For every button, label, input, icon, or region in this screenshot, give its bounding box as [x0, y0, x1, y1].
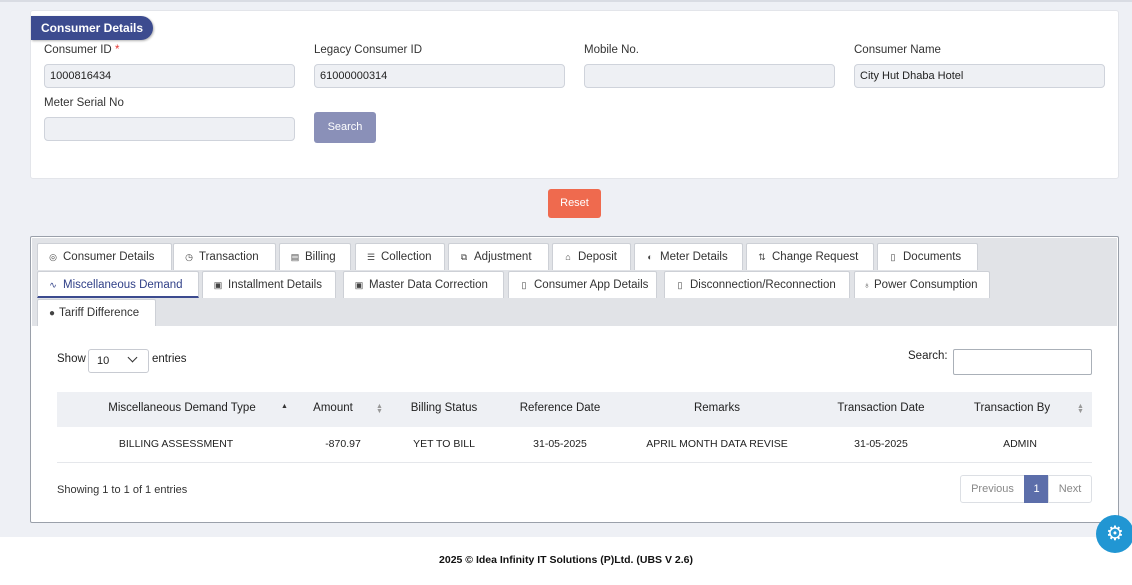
calendar-icon: ▣ — [213, 280, 223, 290]
consumer-name-input[interactable]: City Hut Dhaba Hotel — [854, 64, 1105, 88]
receipt-icon: ▤ — [290, 252, 300, 262]
circle-icon: ● — [48, 308, 56, 319]
details-tabs-panel: ◎ Consumer Details ◷ Transaction ▤ Billing … — [30, 236, 1119, 523]
sort-icon[interactable]: ▲ ▼ — [1077, 403, 1084, 415]
next-page-button[interactable]: Next — [1048, 475, 1092, 503]
consumer-id-input[interactable]: 1000816434 — [44, 64, 295, 88]
tab-installment-details[interactable]: ▣ Installment Details — [202, 271, 336, 298]
table-search-label: Search: — [908, 350, 948, 362]
tab-meter-details[interactable]: ◐ Meter Details — [634, 243, 743, 270]
required-mark: * — [114, 44, 120, 56]
cell-remarks: APRIL MONTH DATA REVISE — [646, 438, 788, 450]
cell-amount: -870.97 — [325, 438, 361, 450]
cell-billing-status: YET TO BILL — [413, 438, 475, 450]
cell-transaction-date: 31-05-2025 — [854, 438, 908, 450]
mobile-field: Mobile No. — [584, 44, 835, 88]
col-remarks[interactable]: Remarks — [627, 392, 807, 427]
table-search-input[interactable] — [953, 349, 1092, 375]
col-reference-date[interactable]: Reference Date — [500, 392, 620, 427]
adjust-icon: ⧉ — [460, 252, 468, 262]
footer-copyright: 2025 © Idea Infinity IT Solutions (P)Ltd… — [0, 537, 1132, 585]
table-header: Miscellaneous Demand Type ▲ Amount ▲ ▼ Bi… — [57, 392, 1092, 427]
tab-consumer-app-details[interactable]: ▯ Consumer App Details — [508, 271, 657, 298]
gauge-icon: ◐ — [647, 252, 653, 262]
chevron-down-icon — [127, 352, 138, 363]
cell-transaction-by: ADMIN — [1003, 438, 1037, 450]
col-billing-status[interactable]: Billing Status — [394, 392, 494, 427]
meter-serial-input[interactable] — [44, 117, 295, 141]
col-amount[interactable]: Amount — [293, 392, 373, 427]
mobile-icon: ▯ — [521, 280, 527, 290]
top-divider — [0, 0, 1132, 2]
consumer-id-field: Consumer ID * 1000816434 — [44, 44, 295, 88]
mobile-label: Mobile No. — [584, 44, 639, 56]
consumer-details-panel: Consumer Details Consumer ID * 100081643… — [30, 10, 1119, 179]
bulb-icon: ♁ — [863, 280, 871, 290]
tab-power-consumption[interactable]: ♁ Power Consumption — [854, 271, 990, 298]
pulse-icon: ∿ — [49, 280, 57, 290]
tab-consumer-details[interactable]: ◎ Consumer Details — [37, 243, 172, 270]
tab-transaction[interactable]: ◷ Transaction — [173, 243, 276, 270]
gear-icon[interactable]: ⚙ — [1096, 515, 1132, 553]
consumer-id-label: Consumer ID * — [44, 44, 120, 56]
target-icon: ◎ — [49, 252, 57, 262]
meter-serial-field: Meter Serial No — [44, 97, 295, 141]
swap-icon: ⇅ — [758, 252, 766, 262]
tab-adjustment[interactable]: ⧉ Adjustment — [448, 243, 549, 270]
search-button[interactable]: Search — [314, 112, 376, 143]
mobile-input[interactable] — [584, 64, 835, 88]
previous-page-button[interactable]: Previous — [960, 475, 1025, 503]
entries-label: entries — [152, 353, 187, 365]
entries-select[interactable]: 10 — [88, 349, 149, 373]
tab-billing[interactable]: ▤ Billing — [279, 243, 351, 270]
tab-master-data-correction[interactable]: ▣ Master Data Correction — [343, 271, 504, 298]
entries-value: 10 — [97, 355, 110, 367]
consumer-name-field: Consumer Name City Hut Dhaba Hotel — [854, 44, 1105, 88]
cell-demand-type: BILLING ASSESSMENT — [118, 438, 234, 450]
tab-tariff-difference[interactable]: ● Tariff Difference — [37, 299, 156, 326]
show-label: Show — [57, 353, 86, 365]
list-icon: ☰ — [366, 252, 376, 262]
tab-deposit[interactable]: ⌂ Deposit — [552, 243, 631, 270]
meter-serial-label: Meter Serial No — [44, 97, 124, 109]
col-transaction-date[interactable]: Transaction Date — [821, 392, 941, 427]
document-icon: ▯ — [890, 252, 896, 262]
legacy-id-input[interactable]: 61000000314 — [314, 64, 565, 88]
table-info: Showing 1 to 1 of 1 entries — [57, 484, 188, 496]
tab-disconnection-reconnection[interactable]: ▯ Disconnection/Reconnection — [664, 271, 850, 298]
tab-change-request[interactable]: ⇅ Change Request — [746, 243, 874, 270]
legacy-id-field: Legacy Consumer ID 61000000314 — [314, 44, 565, 88]
page-1-button[interactable]: 1 — [1024, 475, 1049, 503]
tab-miscellaneous-demand[interactable]: ∿ Miscellaneous Demand — [37, 271, 199, 298]
sort-asc-icon[interactable]: ▲ — [281, 403, 288, 410]
tab-documents[interactable]: ▯ Documents — [877, 243, 978, 270]
reset-button[interactable]: Reset — [548, 189, 601, 218]
col-transaction-by[interactable]: Transaction By — [952, 392, 1072, 427]
legacy-id-label: Legacy Consumer ID — [314, 44, 423, 56]
bank-icon: ⌂ — [565, 252, 571, 262]
sort-icon[interactable]: ▲ ▼ — [376, 403, 383, 415]
table-row: BILLING ASSESSMENT -870.97 YET TO BILL 3… — [57, 427, 1092, 463]
consumer-name-label: Consumer Name — [854, 44, 941, 56]
plug-icon: ▯ — [677, 280, 683, 290]
tab-collection[interactable]: ☰ Collection — [355, 243, 445, 270]
tab-bar: ◎ Consumer Details ◷ Transaction ▤ Billing … — [32, 238, 1117, 326]
cell-reference-date: 31-05-2025 — [533, 438, 587, 450]
col-demand-type[interactable]: Miscellaneous Demand Type — [57, 392, 307, 427]
database-icon: ▣ — [354, 280, 364, 290]
clock-icon: ◷ — [185, 252, 193, 262]
panel-title: Consumer Details — [31, 16, 154, 40]
